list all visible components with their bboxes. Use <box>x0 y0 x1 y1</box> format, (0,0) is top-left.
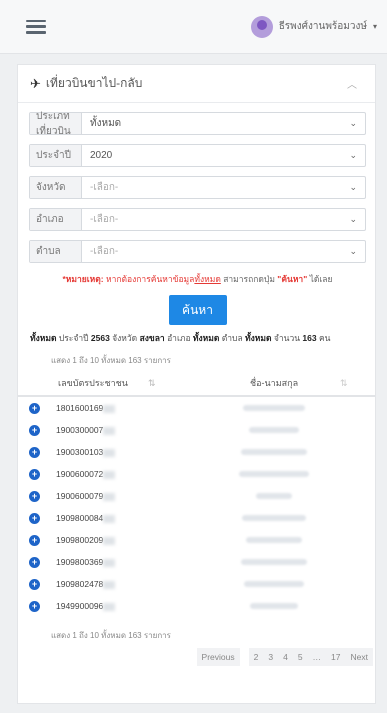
table-header: เลขบัตรประชาชน ⇅ ชื่อ-นามสกุล ⇅ <box>18 371 375 397</box>
district-select[interactable]: อำเภอ -เลือก- ⌄ <box>29 208 366 231</box>
flight-type-value: ทั้งหมด <box>90 118 122 129</box>
filter-form: ประเภทเที่ยวบิน ทั้งหมด ⌄ ประจำปี 2020 ⌄ จ… <box>18 103 375 345</box>
table-row: +1909800209 <box>18 529 375 551</box>
id-number: 1900300103 <box>56 447 104 457</box>
chevron-down-icon: ⌄ <box>349 182 357 192</box>
table-row: +1900300103 <box>18 441 375 463</box>
note-all-link: ทั้งหมด <box>194 274 221 284</box>
id-number: 1900300007 <box>56 425 104 435</box>
name-cell <box>204 581 344 587</box>
search-button[interactable]: ค้นหา <box>168 295 227 325</box>
table-row: +1949900096 <box>18 595 375 617</box>
pagination-page-2[interactable]: 2 <box>248 648 264 666</box>
expand-row-icon[interactable]: + <box>29 468 40 480</box>
top-navbar: ธีรพงศ์งานพร้อมวงษ์ ▾ <box>0 0 387 54</box>
id-number: 1949900096 <box>56 601 104 611</box>
table-info-bottom: แสดง 1 ถึง 10 ทั้งหมด 163 รายการ <box>51 631 171 640</box>
pagination-next[interactable]: Next <box>345 648 373 666</box>
note-text-2: สามารถกดปุ่ม <box>220 274 278 284</box>
pagination-page-5[interactable]: 5 <box>292 648 308 666</box>
pagination: Previous 2 3 4 5 … 17 Next <box>18 648 375 666</box>
province-label: จังหวัด <box>30 177 82 198</box>
user-name: ธีรพงศ์งานพร้อมวงษ์ <box>278 21 367 32</box>
year-label: ประจำปี <box>30 145 82 166</box>
flight-type-label: ประเภทเที่ยวบิน <box>30 111 82 137</box>
table-info-top: แสดง 1 ถึง 10 ทั้งหมด 163 รายการ <box>51 356 171 365</box>
column-header-id[interactable]: เลขบัตรประชาชน <box>18 376 148 390</box>
card-title: เที่ยวบินขาไป-กลับ <box>45 76 143 90</box>
subdistrict-select[interactable]: ตำบล -เลือก- ⌄ <box>29 240 366 263</box>
id-number: 1909802478 <box>56 579 104 589</box>
id-number: 1900600079 <box>56 491 104 501</box>
sort-icon[interactable]: ⇅ <box>340 378 348 389</box>
name-cell <box>204 405 344 411</box>
table-row: +1801600169 <box>18 397 375 419</box>
name-cell <box>204 537 344 543</box>
id-number: 1909800209 <box>56 535 104 545</box>
search-note: *หมายเหตุ: หากต้องการค้นหาข้อมูลทั้งหมด … <box>29 272 366 286</box>
flight-type-select[interactable]: ประเภทเที่ยวบิน ทั้งหมด ⌄ <box>29 111 366 137</box>
table-row: +1909802478 <box>18 573 375 595</box>
note-text-3: ได้เลย <box>307 274 333 284</box>
chevron-down-icon: ⌄ <box>349 214 357 224</box>
pagination-previous[interactable]: Previous <box>196 648 240 666</box>
expand-row-icon[interactable]: + <box>29 446 40 458</box>
name-cell <box>204 471 344 477</box>
pagination-page-3[interactable]: 3 <box>263 648 279 666</box>
year-value: 2020 <box>90 150 113 161</box>
expand-row-icon[interactable]: + <box>29 578 40 590</box>
year-select[interactable]: ประจำปี 2020 ⌄ <box>29 144 366 167</box>
province-value: -เลือก- <box>90 182 119 193</box>
table-row: +1909800369 <box>18 551 375 573</box>
subdistrict-label: ตำบล <box>30 241 82 262</box>
airplane-icon: ✈ <box>30 75 41 91</box>
column-header-name[interactable]: ชื่อ-นามสกุล <box>220 376 340 390</box>
pagination-ellipsis: … <box>307 648 327 666</box>
id-number: 1801600169 <box>56 403 104 413</box>
name-cell <box>204 515 344 521</box>
pagination-page-17[interactable]: 17 <box>326 648 346 666</box>
note-text-1: หากต้องการค้นหาข้อมูล <box>103 274 195 284</box>
name-cell <box>204 449 344 455</box>
expand-row-icon[interactable]: + <box>29 600 40 612</box>
expand-row-icon[interactable]: + <box>29 556 40 568</box>
district-value: -เลือก- <box>90 214 119 225</box>
expand-row-icon[interactable]: + <box>29 424 40 436</box>
note-prefix: *หมายเหตุ: <box>62 274 104 284</box>
chevron-down-icon: ▾ <box>372 22 377 31</box>
user-menu[interactable]: ธีรพงศ์งานพร้อมวงษ์ ▾ <box>250 15 377 38</box>
expand-row-icon[interactable]: + <box>29 512 40 524</box>
id-number: 1900600072 <box>56 469 104 479</box>
name-cell <box>204 559 344 565</box>
chevron-down-icon: ⌄ <box>349 118 357 128</box>
collapse-chevron-icon[interactable]: ︿ <box>347 76 357 91</box>
expand-row-icon[interactable]: + <box>29 490 40 502</box>
note-button-ref: "ค้นหา" <box>277 274 308 284</box>
table-body: +1801600169 +1900300007 +1900300103 +190… <box>18 397 375 617</box>
menu-hamburger-icon[interactable] <box>26 19 46 34</box>
id-number: 1909800369 <box>56 557 104 567</box>
table-row: +1900300007 <box>18 419 375 441</box>
table-row: +1900600079 <box>18 485 375 507</box>
result-summary: ทั้งหมด ประจำปี 2563 จังหวัด สงขลา อำเภอ… <box>30 333 331 343</box>
province-select[interactable]: จังหวัด -เลือก- ⌄ <box>29 176 366 199</box>
name-cell <box>204 493 344 499</box>
name-cell <box>204 427 344 433</box>
chevron-down-icon: ⌄ <box>349 150 357 160</box>
card-header: ✈ เที่ยวบินขาไป-กลับ ︿ <box>18 65 375 103</box>
id-number: 1909800084 <box>56 513 104 523</box>
subdistrict-value: -เลือก- <box>90 246 119 257</box>
expand-row-icon[interactable]: + <box>29 534 40 546</box>
table-row: +1909800084 <box>18 507 375 529</box>
pagination-page-4[interactable]: 4 <box>278 648 293 666</box>
expand-row-icon[interactable]: + <box>29 402 40 414</box>
avatar <box>250 15 273 38</box>
name-cell <box>204 603 344 609</box>
sort-icon[interactable]: ⇅ <box>148 378 220 389</box>
district-label: อำเภอ <box>30 209 82 230</box>
table-row: +1900600072 <box>18 463 375 485</box>
chevron-down-icon: ⌄ <box>349 246 357 256</box>
flight-search-card: ✈ เที่ยวบินขาไป-กลับ ︿ ประเภทเที่ยวบิน ท… <box>17 64 376 704</box>
